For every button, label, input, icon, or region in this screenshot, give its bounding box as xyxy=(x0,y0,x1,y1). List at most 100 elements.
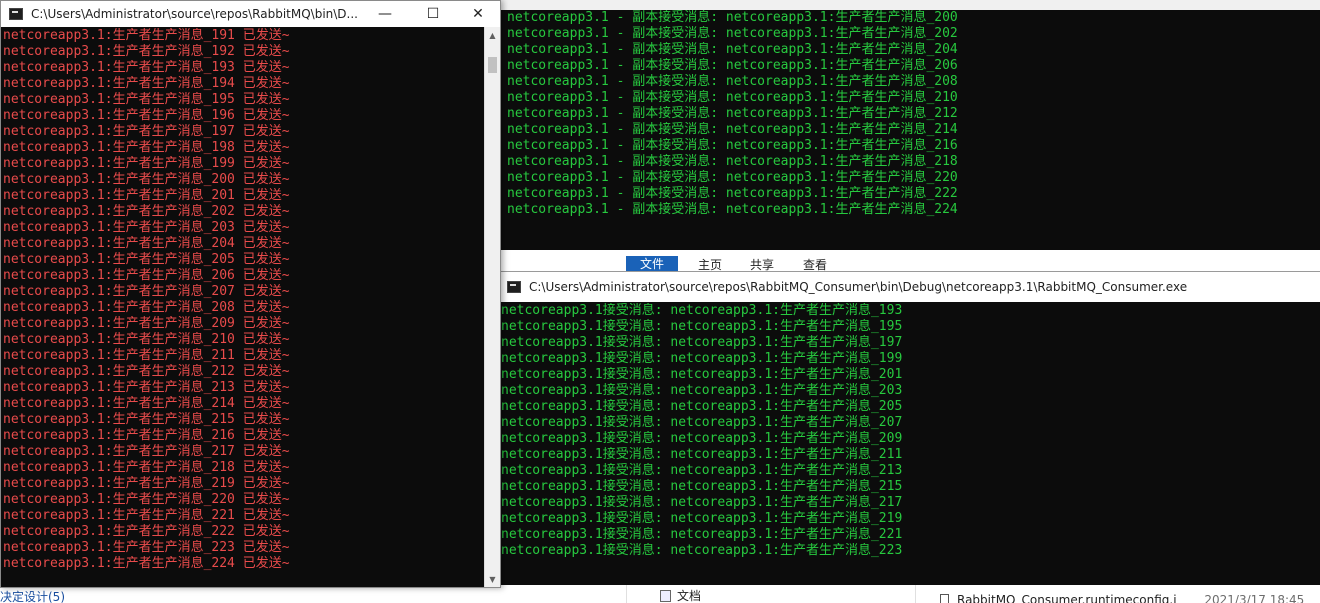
console-line: netcoreapp3.1接受消息: netcoreapp3.1:生产者生产消息… xyxy=(501,527,903,542)
console-line: netcoreapp3.1 - 副本接受消息: netcoreapp3.1:生产… xyxy=(507,58,958,73)
console-line: netcoreapp3.1:生产者生产消息_195 已发送~ xyxy=(3,92,290,107)
sidebar-item-label: 文档 xyxy=(677,589,702,603)
console-line: netcoreapp3.1 - 副本接受消息: netcoreapp3.1:生产… xyxy=(507,10,958,25)
consumer-window-title: C:\Users\Administrator\source\repos\Rabb… xyxy=(529,280,1188,294)
console-line: netcoreapp3.1:生产者生产消息_200 已发送~ xyxy=(3,172,290,187)
console-line: netcoreapp3.1接受消息: netcoreapp3.1:生产者生产消息… xyxy=(501,431,903,446)
background-list-item[interactable]: 决定设计(5) xyxy=(0,588,65,603)
console-line: netcoreapp3.1:生产者生产消息_202 已发送~ xyxy=(3,204,290,219)
console-line: netcoreapp3.1 - 副本接受消息: netcoreapp3.1:生产… xyxy=(507,170,958,185)
explorer-file-list: 文档 RabbitMQ_Consumer.runtimeconfig.j 202… xyxy=(500,585,1320,603)
console-line: netcoreapp3.1接受消息: netcoreapp3.1:生产者生产消息… xyxy=(501,543,903,558)
console-line: netcoreapp3.1接受消息: netcoreapp3.1:生产者生产消息… xyxy=(501,447,903,462)
console-line: netcoreapp3.1:生产者生产消息_207 已发送~ xyxy=(3,284,290,299)
replica-window-titlebar[interactable] xyxy=(501,0,1320,10)
console-line: netcoreapp3.1 - 副本接受消息: netcoreapp3.1:生产… xyxy=(507,106,958,121)
console-line: netcoreapp3.1:生产者生产消息_199 已发送~ xyxy=(3,156,290,171)
explorer-ribbon: 文件 主页 共享 查看 xyxy=(500,250,1320,273)
console-line: netcoreapp3.1:生产者生产消息_197 已发送~ xyxy=(3,124,290,139)
console-line: netcoreapp3.1:生产者生产消息_221 已发送~ xyxy=(3,508,290,523)
console-line: netcoreapp3.1:生产者生产消息_213 已发送~ xyxy=(3,380,290,395)
console-line: netcoreapp3.1:生产者生产消息_210 已发送~ xyxy=(3,332,290,347)
console-line: netcoreapp3.1 - 副本接受消息: netcoreapp3.1:生产… xyxy=(507,74,958,89)
ribbon-tab-view[interactable]: 查看 xyxy=(803,258,827,272)
console-line: netcoreapp3.1接受消息: netcoreapp3.1:生产者生产消息… xyxy=(501,383,903,398)
console-line: netcoreapp3.1 - 副本接受消息: netcoreapp3.1:生产… xyxy=(507,154,958,169)
console-line: netcoreapp3.1:生产者生产消息_204 已发送~ xyxy=(3,236,290,251)
sidebar-item-documents[interactable]: 文档 xyxy=(660,587,701,603)
console-line: netcoreapp3.1接受消息: netcoreapp3.1:生产者生产消息… xyxy=(501,463,903,478)
console-line: netcoreapp3.1接受消息: netcoreapp3.1:生产者生产消息… xyxy=(501,351,903,366)
console-line: netcoreapp3.1:生产者生产消息_196 已发送~ xyxy=(3,108,290,123)
console-line: netcoreapp3.1:生产者生产消息_206 已发送~ xyxy=(3,268,290,283)
console-line: netcoreapp3.1:生产者生产消息_193 已发送~ xyxy=(3,60,290,75)
file-date: 2021/3/17 18:45 xyxy=(1204,593,1305,603)
console-line: netcoreapp3.1:生产者生产消息_216 已发送~ xyxy=(3,428,290,443)
console-line: netcoreapp3.1:生产者生产消息_217 已发送~ xyxy=(3,444,290,459)
console-line: netcoreapp3.1:生产者生产消息_209 已发送~ xyxy=(3,316,290,331)
console-line: netcoreapp3.1 - 副本接受消息: netcoreapp3.1:生产… xyxy=(507,122,958,137)
producer-window-title: C:\Users\Administrator\source\repos\Rabb… xyxy=(31,7,358,21)
console-line: netcoreapp3.1接受消息: netcoreapp3.1:生产者生产消息… xyxy=(501,399,903,414)
ribbon-tab-share[interactable]: 共享 xyxy=(750,258,774,272)
producer-console-window[interactable]: C:\Users\Administrator\source\repos\Rabb… xyxy=(0,0,501,588)
console-line: netcoreapp3.1接受消息: netcoreapp3.1:生产者生产消息… xyxy=(501,495,903,510)
console-line: netcoreapp3.1 - 副本接受消息: netcoreapp3.1:生产… xyxy=(507,186,958,201)
console-line: netcoreapp3.1:生产者生产消息_219 已发送~ xyxy=(3,476,290,491)
consumer-console-output: netcoreapp3.1接受消息: netcoreapp3.1:生产者生产消息… xyxy=(501,303,1320,559)
console-line: netcoreapp3.1:生产者生产消息_220 已发送~ xyxy=(3,492,290,507)
console-line: netcoreapp3.1接受消息: netcoreapp3.1:生产者生产消息… xyxy=(501,335,903,350)
console-line: netcoreapp3.1 - 副本接受消息: netcoreapp3.1:生产… xyxy=(507,138,958,153)
maximize-button[interactable]: ☐ xyxy=(410,1,456,27)
console-line: netcoreapp3.1:生产者生产消息_223 已发送~ xyxy=(3,540,290,555)
scroll-up-arrow-icon[interactable]: ▲ xyxy=(485,27,500,43)
scroll-down-arrow-icon[interactable]: ▼ xyxy=(485,571,500,587)
console-line: netcoreapp3.1:生产者生产消息_214 已发送~ xyxy=(3,396,290,411)
document-folder-icon xyxy=(660,590,671,602)
console-app-icon xyxy=(507,281,521,293)
replica-console-output: netcoreapp3.1 - 副本接受消息: netcoreapp3.1:生产… xyxy=(507,10,1320,218)
console-line: netcoreapp3.1:生产者生产消息_224 已发送~ xyxy=(3,556,290,571)
console-line: netcoreapp3.1 - 副本接受消息: netcoreapp3.1:生产… xyxy=(507,42,958,57)
console-line: netcoreapp3.1接受消息: netcoreapp3.1:生产者生产消息… xyxy=(501,479,903,494)
console-line: netcoreapp3.1 - 副本接受消息: netcoreapp3.1:生产… xyxy=(507,90,958,105)
console-line: netcoreapp3.1:生产者生产消息_208 已发送~ xyxy=(3,300,290,315)
console-line: netcoreapp3.1 - 副本接受消息: netcoreapp3.1:生产… xyxy=(507,26,958,41)
console-line: netcoreapp3.1:生产者生产消息_191 已发送~ xyxy=(3,28,290,43)
console-line: netcoreapp3.1接受消息: netcoreapp3.1:生产者生产消息… xyxy=(501,367,903,382)
consumer-console-window[interactable]: C:\Users\Administrator\source\repos\Rabb… xyxy=(500,271,1320,587)
console-app-icon xyxy=(9,8,23,20)
console-line: netcoreapp3.1:生产者生产消息_192 已发送~ xyxy=(3,44,290,59)
producer-console-output: netcoreapp3.1:生产者生产消息_191 已发送~ netcoreap… xyxy=(3,28,487,572)
vertical-scrollbar[interactable]: ▲ ▼ xyxy=(484,27,500,587)
console-line: netcoreapp3.1:生产者生产消息_218 已发送~ xyxy=(3,460,290,475)
console-line: netcoreapp3.1:生产者生产消息_201 已发送~ xyxy=(3,188,290,203)
producer-window-titlebar[interactable]: C:\Users\Administrator\source\repos\Rabb… xyxy=(1,1,500,27)
column-divider xyxy=(915,585,916,603)
file-icon xyxy=(940,594,949,603)
ribbon-tab-home[interactable]: 主页 xyxy=(698,258,722,272)
console-line: netcoreapp3.1接受消息: netcoreapp3.1:生产者生产消息… xyxy=(501,303,903,318)
file-row[interactable]: RabbitMQ_Consumer.runtimeconfig.j 2021/3… xyxy=(940,593,1304,603)
console-line: netcoreapp3.1 - 副本接受消息: netcoreapp3.1:生产… xyxy=(507,202,958,217)
minimize-button[interactable]: — xyxy=(362,1,408,27)
column-divider xyxy=(626,585,627,603)
replica-console-window[interactable]: netcoreapp3.1 - 副本接受消息: netcoreapp3.1:生产… xyxy=(500,0,1320,250)
file-name: RabbitMQ_Consumer.runtimeconfig.j xyxy=(957,593,1177,603)
consumer-window-titlebar[interactable]: C:\Users\Administrator\source\repos\Rabb… xyxy=(501,272,1320,302)
scrollbar-thumb[interactable] xyxy=(488,57,497,73)
console-line: netcoreapp3.1:生产者生产消息_203 已发送~ xyxy=(3,220,290,235)
console-line: netcoreapp3.1接受消息: netcoreapp3.1:生产者生产消息… xyxy=(501,511,903,526)
console-line: netcoreapp3.1接受消息: netcoreapp3.1:生产者生产消息… xyxy=(501,415,903,430)
close-button[interactable]: ✕ xyxy=(455,1,500,27)
ribbon-tab-file[interactable]: 文件 xyxy=(626,256,679,272)
console-line: netcoreapp3.1:生产者生产消息_215 已发送~ xyxy=(3,412,290,427)
console-line: netcoreapp3.1:生产者生产消息_205 已发送~ xyxy=(3,252,290,267)
console-line: netcoreapp3.1:生产者生产消息_194 已发送~ xyxy=(3,76,290,91)
left-background-panel: 决定设计(5) xyxy=(0,588,500,603)
console-line: netcoreapp3.1:生产者生产消息_222 已发送~ xyxy=(3,524,290,539)
console-line: netcoreapp3.1:生产者生产消息_211 已发送~ xyxy=(3,348,290,363)
console-line: netcoreapp3.1:生产者生产消息_212 已发送~ xyxy=(3,364,290,379)
console-line: netcoreapp3.1:生产者生产消息_198 已发送~ xyxy=(3,140,290,155)
console-line: netcoreapp3.1接受消息: netcoreapp3.1:生产者生产消息… xyxy=(501,319,903,334)
